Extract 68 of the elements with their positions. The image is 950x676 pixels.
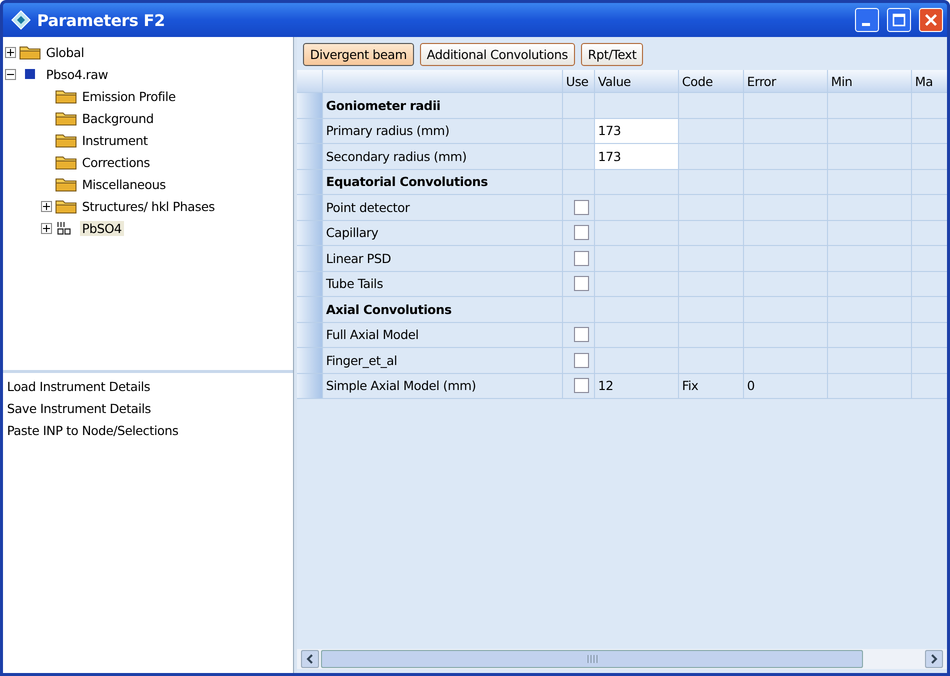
diamond-icon — [11, 10, 31, 30]
tree-item[interactable]: Structures/ hkl Phases — [80, 198, 217, 214]
group-heading: Goniometer radii — [323, 93, 563, 118]
minimize-icon — [862, 22, 870, 26]
tree-item[interactable]: Pbso4.raw — [44, 66, 110, 82]
parameter-label: Full Axial Model — [323, 322, 563, 347]
value-field[interactable]: 173 — [595, 144, 678, 168]
tree-item[interactable]: PbSO4 — [80, 220, 124, 236]
minimize-button[interactable] — [855, 8, 879, 32]
use-checkbox[interactable] — [574, 378, 589, 394]
parameter-label: Primary radius (mm) — [323, 118, 563, 143]
use-checkbox[interactable] — [574, 250, 589, 266]
folder-icon — [55, 110, 77, 126]
command-item[interactable]: Paste INP to Node/Selections — [7, 420, 289, 442]
tab[interactable]: Additional Convolutions — [420, 43, 575, 66]
scroll-right-icon[interactable] — [925, 650, 943, 668]
code-cell: Fix — [679, 374, 744, 398]
value-cell: 12 — [595, 374, 679, 398]
use-checkbox[interactable] — [574, 352, 589, 368]
expand-icon[interactable] — [41, 222, 52, 234]
tree-item[interactable]: Global — [44, 44, 86, 60]
column-header: Use — [563, 70, 595, 92]
window-title: Parameters F2 — [37, 10, 166, 30]
folder-icon — [19, 44, 41, 60]
command-item[interactable]: Save Instrument Details — [7, 398, 289, 420]
column-header: Min — [828, 70, 912, 92]
use-checkbox[interactable] — [574, 327, 589, 342]
folder-icon — [55, 132, 77, 148]
command-item[interactable]: Load Instrument Details — [7, 376, 289, 398]
use-checkbox[interactable] — [574, 225, 589, 240]
column-header: Code — [679, 70, 744, 92]
column-header: Error — [744, 70, 828, 92]
tree-item[interactable]: Miscellaneous — [80, 176, 168, 192]
folder-icon — [55, 88, 77, 104]
scroll-thumb[interactable] — [321, 650, 863, 668]
folder-icon — [55, 154, 77, 170]
maximize-button[interactable] — [887, 8, 911, 32]
parameter-label: Finger_et_al — [323, 348, 563, 372]
expand-icon[interactable] — [41, 200, 52, 212]
collapse-icon[interactable] — [5, 68, 16, 80]
tree-item[interactable]: Corrections — [80, 154, 152, 170]
parameter-label: Point detector — [323, 195, 563, 220]
parameter-label: Capillary — [323, 220, 563, 245]
error-cell: 0 — [744, 374, 828, 398]
use-checkbox[interactable] — [574, 276, 589, 292]
column-header: Ma — [912, 70, 947, 92]
tab[interactable]: Divergent beam — [303, 43, 414, 66]
horizontal-scrollbar[interactable] — [297, 649, 947, 669]
close-button[interactable] — [919, 8, 943, 32]
parameter-label: Tube Tails — [323, 272, 563, 296]
group-heading: Axial Convolutions — [323, 297, 563, 322]
use-checkbox[interactable] — [574, 200, 589, 215]
parameter-label: Simple Axial Model (mm) — [323, 374, 563, 398]
scroll-left-icon[interactable] — [301, 650, 319, 668]
parameter-label: Secondary radius (mm) — [323, 144, 563, 168]
group-heading: Equatorial Convolutions — [323, 170, 563, 194]
tree-item[interactable]: Background — [80, 110, 156, 126]
expand-icon[interactable] — [5, 46, 16, 58]
parameter-label: Linear PSD — [323, 246, 563, 270]
tree-item[interactable]: Instrument — [80, 132, 150, 148]
folder-icon — [55, 198, 77, 214]
tree-item[interactable]: Emission Profile — [80, 88, 178, 104]
folder-icon — [55, 176, 77, 192]
tab[interactable]: Rpt/Text — [580, 43, 644, 66]
value-field[interactable]: 173 — [595, 118, 678, 143]
column-header: Value — [595, 70, 679, 92]
close-icon — [924, 13, 938, 27]
maximize-icon — [892, 13, 906, 27]
